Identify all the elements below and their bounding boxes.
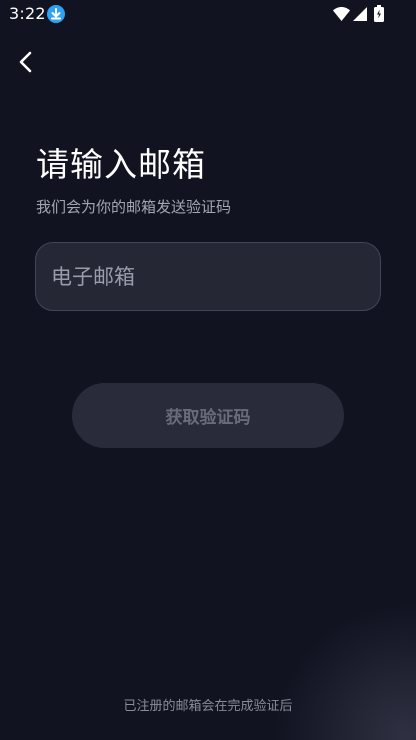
get-code-button[interactable]: 获取验证码 <box>72 383 344 448</box>
email-entry-screen: 3:22 请输入邮箱 我们会为你的邮箱发送验证码 电子邮箱 获取验证码 已注册的… <box>0 0 416 740</box>
email-input[interactable] <box>51 243 380 310</box>
wifi-icon <box>333 6 350 25</box>
signal-icon <box>353 6 367 25</box>
page-subtitle: 我们会为你的邮箱发送验证码 <box>36 198 232 216</box>
footer-note: 已注册的邮箱会在完成验证后 <box>123 699 293 714</box>
chevron-left-icon <box>17 50 35 78</box>
back-button[interactable] <box>10 48 42 80</box>
email-field[interactable] <box>35 242 381 311</box>
status-time: 3:22 <box>9 4 46 23</box>
download-icon <box>47 5 65 23</box>
status-bar: 3:22 <box>0 0 416 28</box>
battery-icon <box>374 5 384 26</box>
page-title: 请输入邮箱 <box>36 145 206 184</box>
